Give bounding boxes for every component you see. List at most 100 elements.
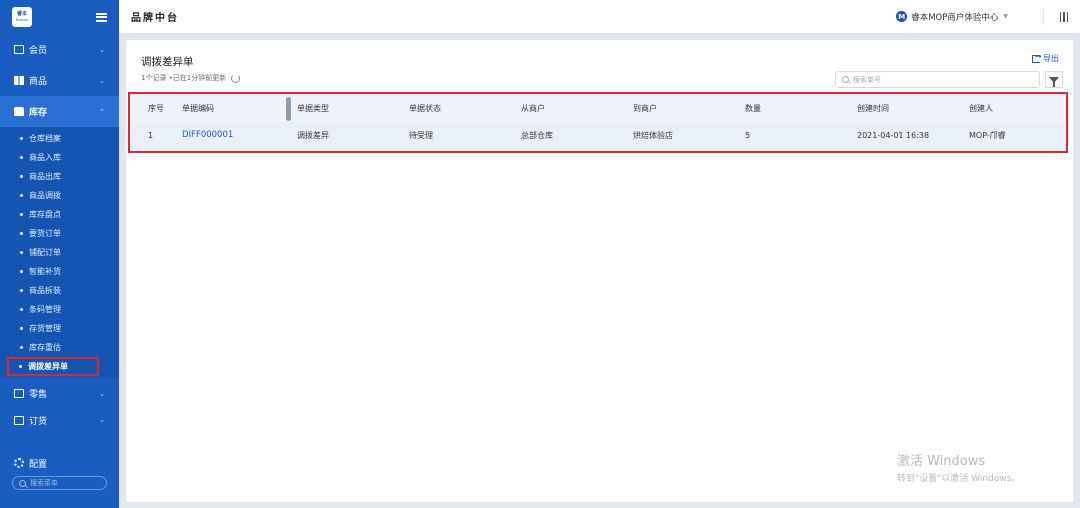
page-title: 调拨差异单	[141, 56, 194, 68]
bullet-icon	[20, 289, 23, 292]
divider	[1043, 8, 1044, 25]
sidebar-item-label: 智能补货	[29, 267, 61, 276]
top-bar: 品牌中台 M 睿本MOP商户体验中心 ▼	[119, 0, 1080, 34]
sidebar-item-label: 库存重估	[29, 343, 61, 352]
bullet-icon	[20, 232, 23, 235]
table-row[interactable]: 1 DIFF000001 调拨差异 待受理 总部仓库 烘焙体验店 5 2021-…	[130, 122, 1066, 148]
sidebar-item-label: 铺配订单	[29, 248, 61, 257]
sidebar-footer: 配置 搜索菜单	[0, 450, 119, 508]
sidebar-item-label: 要货订单	[29, 229, 61, 238]
sidebar-group-member[interactable]: 会员 ⌄	[0, 34, 119, 65]
header-from[interactable]: 从商户	[521, 103, 545, 114]
search-input[interactable]: 搜索单号	[835, 71, 1040, 88]
refresh-icon[interactable]	[231, 73, 241, 83]
sidebar-group-order[interactable]: 订货 ⌄	[0, 409, 119, 431]
sidebar-group-label: 商品	[29, 77, 48, 87]
chevron-down-icon: ⌄	[99, 389, 105, 398]
sidebar-item-smart-replenish[interactable]: 智能补货	[0, 262, 119, 281]
sidebar-item-transfer-diff[interactable]: 调拨差异单	[7, 357, 99, 376]
sidebar-item-stock-management[interactable]: 存货管理	[0, 319, 119, 338]
header-index[interactable]: 序号	[148, 103, 164, 114]
sidebar: 睿本 Ruiben 会员 ⌄ 商品 ⌄ 库存 ⌃ 仓库档案 商品入库 商品出库 …	[0, 0, 119, 508]
header-creator[interactable]: 创建人	[969, 103, 993, 114]
cell-code-link[interactable]: DIFF000001	[182, 130, 233, 140]
export-button[interactable]: 导出	[1032, 52, 1059, 64]
order-icon	[14, 415, 24, 425]
menu-search-input[interactable]: 搜索菜单	[12, 476, 107, 490]
cell-status: 待受理	[409, 130, 433, 140]
search-icon	[842, 76, 849, 83]
sidebar-item-label: 仓库档案	[29, 134, 61, 143]
bullet-icon	[20, 270, 23, 273]
record-meta-text: 1个记录 •已在1分钟前更新	[141, 74, 227, 82]
sidebar-item-label: 库存盘点	[29, 210, 61, 219]
sidebar-item-label: 商品出库	[29, 172, 61, 181]
header-created[interactable]: 创建时间	[857, 103, 889, 114]
windows-activation-watermark: 激活 Windows 转到"设置"以激活 Windows。	[897, 450, 1020, 484]
org-switcher[interactable]: M 睿本MOP商户体验中心 ▼	[896, 11, 1008, 23]
export-icon	[1032, 52, 1042, 63]
sidebar-item-stock-out[interactable]: 商品出库	[0, 167, 119, 186]
cell-created: 2021-04-01 16:38	[857, 130, 930, 140]
menu-toggle-icon[interactable]	[96, 12, 107, 22]
search-icon	[19, 479, 26, 487]
header-status[interactable]: 单据状态	[409, 103, 441, 114]
sidebar-item-label: 商品入库	[29, 153, 61, 162]
bullet-icon	[20, 213, 23, 216]
filter-button[interactable]	[1045, 71, 1063, 88]
cell-creator: MOP-邝睿	[969, 130, 1006, 140]
bullet-icon	[20, 156, 23, 159]
app-title: 品牌中台	[131, 13, 179, 24]
brand-logo[interactable]: 睿本 Ruiben	[12, 7, 32, 27]
sidebar-group-product[interactable]: 商品 ⌄	[0, 65, 119, 96]
header-to[interactable]: 到商户	[633, 103, 657, 114]
grid-icon	[14, 76, 24, 85]
export-label: 导出	[1043, 54, 1059, 63]
sidebar-item-stock-in[interactable]: 商品入库	[0, 148, 119, 167]
column-resize-handle[interactable]	[286, 97, 291, 121]
sidebar-group-label: 会员	[29, 46, 48, 56]
header-type[interactable]: 单据类型	[297, 103, 329, 114]
sidebar-item-transfer[interactable]: 商品调拨	[0, 186, 119, 205]
bullet-icon	[20, 194, 23, 197]
cell-from: 总部仓库	[521, 130, 553, 140]
chevron-down-icon: ⌄	[99, 76, 105, 85]
sidebar-item-label: 商品调拨	[29, 191, 61, 200]
record-meta: 1个记录 •已在1分钟前更新	[141, 73, 241, 83]
sidebar-item-stocktake[interactable]: 库存盘点	[0, 205, 119, 224]
sidebar-item-barcode[interactable]: 条码管理	[0, 300, 119, 319]
sidebar-group-retail[interactable]: 零售 ⌄	[0, 378, 119, 409]
main-content: 调拨差异单 1个记录 •已在1分钟前更新 导出 搜索单号 序号 单据编码 单据类…	[126, 40, 1073, 502]
bullet-icon	[20, 327, 23, 330]
bullet-icon	[20, 308, 23, 311]
sidebar-header: 睿本 Ruiben	[0, 0, 119, 34]
org-name: 睿本MOP商户体验中心	[911, 12, 999, 23]
config-button[interactable]: 配置	[0, 450, 119, 476]
sidebar-item-revaluation[interactable]: 库存重估	[0, 338, 119, 357]
chevron-up-icon: ⌃	[99, 107, 105, 116]
bullet-icon	[20, 346, 23, 349]
sidebar-group-label: 零售	[29, 390, 48, 400]
watermark-line1: 激活 Windows	[897, 454, 986, 469]
menu-search-placeholder: 搜索菜单	[30, 479, 58, 487]
sidebar-group-inventory[interactable]: 库存 ⌃	[0, 96, 119, 127]
filter-icon	[1049, 76, 1059, 87]
warehouse-icon	[14, 107, 24, 116]
data-table: 序号 单据编码 单据类型 单据状态 从商户 到商户 数量 创建时间 创建人 1 …	[128, 92, 1068, 153]
table-header: 序号 单据编码 单据类型 单据状态 从商户 到商户 数量 创建时间 创建人	[130, 94, 1066, 122]
bullet-icon	[20, 251, 23, 254]
logo-sub-text: Ruiben	[15, 18, 29, 22]
sidebar-item-warehouse-archive[interactable]: 仓库档案	[0, 129, 119, 148]
cell-type: 调拨差异	[297, 130, 329, 140]
header-code[interactable]: 单据编码	[182, 103, 214, 114]
sidebar-item-label: 商品拆装	[29, 286, 61, 295]
sidebar-group-label: 订货	[29, 416, 48, 427]
bullet-icon	[20, 175, 23, 178]
sidebar-item-product-assembly[interactable]: 商品拆装	[0, 281, 119, 300]
sidebar-item-requisition-order[interactable]: 要货订单	[0, 224, 119, 243]
header-qty[interactable]: 数量	[745, 103, 761, 114]
bullet-icon	[20, 137, 23, 140]
columns-icon[interactable]	[1059, 11, 1068, 22]
sidebar-item-distribution-order[interactable]: 铺配订单	[0, 243, 119, 262]
cell-index: 1	[148, 130, 154, 140]
